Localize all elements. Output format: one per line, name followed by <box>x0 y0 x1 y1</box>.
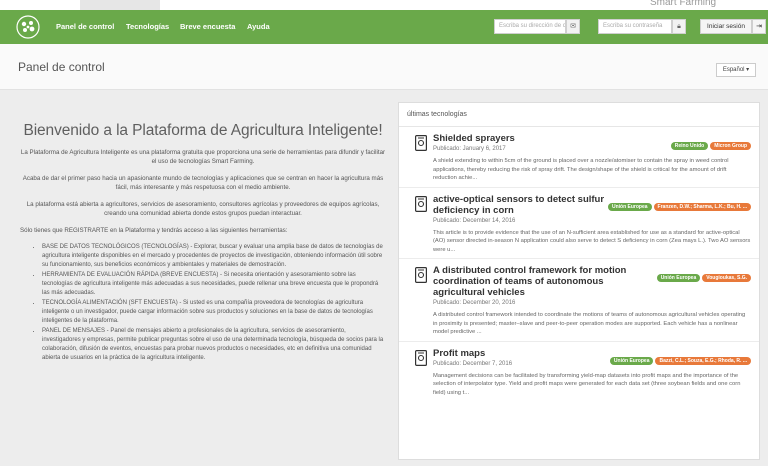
top-navbar: Panel de control Tecnologías Breve encue… <box>0 10 768 44</box>
tech-article[interactable]: Unión Europea Vougioukas, S.G. A distribu… <box>399 259 759 342</box>
tools-list: BASE DE DATOS TECNOLÓGICOS (TECNOLOGÍAS)… <box>16 243 390 363</box>
welcome-section: Bienvenido a la Plataforma de Agricultur… <box>16 102 390 364</box>
panel-heading: últimas tecnologías <box>399 103 759 127</box>
nav-panel-de-control[interactable]: Panel de control <box>56 22 114 31</box>
tag-group: Unión Europea Vougioukas, S.G. <box>655 266 751 284</box>
tool-item-database: BASE DE DATOS TECNOLÓGICOS (TECNOLOGÍAS)… <box>42 243 384 270</box>
tag-group: Unión Europea Franzen, D.W.; Sharma, L.K.… <box>606 195 751 213</box>
welcome-title: Bienvenido a la Plataforma de Agricultur… <box>23 122 383 139</box>
document-icon <box>415 349 427 366</box>
main-content: Bienvenido a la Plataforma de Agricultur… <box>0 90 768 466</box>
language-selector[interactable]: Español ▾ <box>716 63 756 77</box>
region-tag[interactable]: Unión Europea <box>656 274 701 282</box>
nav-tecnologias[interactable]: Tecnologías <box>126 22 169 31</box>
audience-paragraph: La plataforma está abierta a agricultore… <box>26 201 380 217</box>
author-tag[interactable]: Vougioukas, S.G. <box>702 274 751 282</box>
tech-article[interactable]: Unión Europea Franzen, D.W.; Sharma, L.K.… <box>399 188 759 259</box>
sign-in-icon[interactable]: ⇥ <box>752 19 766 34</box>
page-title: Panel de control <box>18 60 105 74</box>
article-date: Publicado: December 14, 2016 <box>433 217 516 224</box>
document-icon <box>415 195 427 212</box>
nav-ayuda[interactable]: Ayuda <box>247 22 270 31</box>
article-date: Publicado: December 20, 2016 <box>433 300 516 306</box>
login-button[interactable]: Iniciar sesión <box>700 19 752 34</box>
tool-item-sft-survey: TECNOLOGÍA ALIMENTACIÓN (SFT ENCUESTA) -… <box>42 299 384 326</box>
lock-icon: 🔒︎ <box>672 19 686 34</box>
document-icon <box>415 267 427 283</box>
article-abstract: A shield extending to within 5cm of the … <box>433 158 729 181</box>
platform-logo-icon[interactable] <box>16 15 40 39</box>
tech-article[interactable]: Reino Unido Micron Group Shielded sprayer… <box>399 127 759 188</box>
mission-paragraph: Acaba de dar el primer paso hacia un apa… <box>22 175 384 191</box>
author-tag[interactable]: Micron Group <box>710 142 751 150</box>
article-abstract: A distributed control framework intended… <box>433 312 746 335</box>
email-field[interactable]: Escriba su dirección de c <box>494 19 566 34</box>
article-abstract: Management decisions can be facilitated … <box>433 372 741 396</box>
author-tag[interactable]: Franzen, D.W.; Sharma, L.K.; Bu, H. ... <box>653 202 751 211</box>
corner-brand: Smart Farming <box>650 0 717 8</box>
envelope-icon: ✉ <box>566 19 580 34</box>
document-icon <box>415 135 427 151</box>
region-tag[interactable]: Unión Europea <box>607 202 652 211</box>
article-abstract: This article is to provide evidence that… <box>433 229 751 253</box>
register-paragraph: Sólo tienes que REGISTRARTE en la Plataf… <box>20 227 288 234</box>
region-tag[interactable]: Unión Europea <box>609 356 654 365</box>
tag-group: Reino Unido Micron Group <box>669 134 751 152</box>
browser-tab-stub <box>80 0 160 10</box>
tech-article[interactable]: Unión Europea Bazzi, C.L.; Souza, E.G.; R… <box>399 342 759 402</box>
nav-breve-encuesta[interactable]: Breve encuesta <box>180 22 235 31</box>
page-header: Panel de control Español ▾ <box>0 44 768 90</box>
tag-group: Unión Europea Bazzi, C.L.; Souza, E.G.; R… <box>608 349 751 367</box>
tool-item-message-board: PANEL DE MENSAJES - Panel de mensajes ab… <box>42 327 384 363</box>
region-tag[interactable]: Reino Unido <box>670 142 709 150</box>
author-tag[interactable]: Bazzi, C.L.; Souza, E.G.; Rhoda, R. ... <box>655 356 751 365</box>
latest-technologies-panel: últimas tecnologías Reino Unido Micron Gr… <box>398 102 760 460</box>
intro-paragraph: La Plataforma de Agricultura Inteligente… <box>20 149 386 165</box>
password-field[interactable]: Escriba su contraseña <box>598 19 672 34</box>
tool-item-quick-eval: HERRAMIENTA DE EVALUACIÓN RÁPIDA (BREVE … <box>42 271 384 298</box>
